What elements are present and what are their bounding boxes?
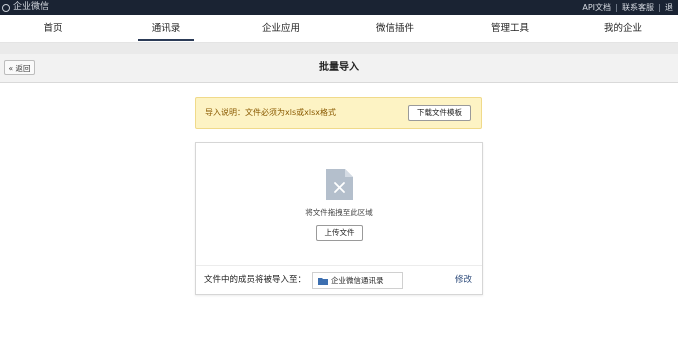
- nav-item-home[interactable]: 首页: [28, 15, 78, 42]
- import-destination-row: 文件中的成员将被导入至： 企业微信通讯录 修改: [196, 265, 482, 295]
- main-nav: 首页 通讯录 企业应用 微信插件 管理工具 我的企业: [0, 15, 678, 43]
- import-destination-field: 企业微信通讯录: [312, 272, 403, 289]
- import-destination-label: 文件中的成员将被导入至：: [204, 275, 307, 285]
- folder-icon: [318, 277, 328, 285]
- page-title: 批量导入: [319, 62, 359, 73]
- top-bar: 企业微信 API文档 联系客服 退: [0, 0, 678, 15]
- nav-item-wechat-plugin[interactable]: 微信插件: [364, 15, 426, 42]
- back-button[interactable]: « 返回: [4, 60, 35, 75]
- file-icon: [326, 169, 353, 200]
- logout-link[interactable]: 退: [660, 0, 678, 15]
- upload-file-button[interactable]: 上传文件: [316, 225, 363, 241]
- logo-icon: [2, 3, 10, 12]
- modify-destination-link[interactable]: 修改: [455, 266, 472, 295]
- download-template-button[interactable]: 下载文件模板: [408, 105, 471, 121]
- nav-spacer: [0, 43, 678, 54]
- nav-item-enterprise-apps[interactable]: 企业应用: [250, 15, 312, 42]
- file-drop-zone[interactable]: 将文件拖拽至此区域 上传文件: [196, 143, 482, 265]
- top-links: API文档 联系客服 退: [577, 0, 678, 15]
- api-docs-link[interactable]: API文档: [577, 0, 616, 15]
- page-header: 批量导入 « 返回: [0, 54, 678, 83]
- import-notice: 导入说明：文件必须为xls或xlsx格式 下载文件模板: [195, 97, 482, 129]
- drop-hint: 将文件拖拽至此区域: [305, 208, 373, 217]
- import-destination-value: 企业微信通讯录: [331, 276, 384, 285]
- contact-support-link[interactable]: 联系客服: [617, 0, 659, 15]
- app-name: 企业微信: [13, 2, 50, 12]
- nav-item-contacts[interactable]: 通讯录: [138, 15, 194, 42]
- nav-item-admin-tools[interactable]: 管理工具: [479, 15, 541, 42]
- notice-text: 导入说明：文件必须为xls或xlsx格式: [205, 108, 336, 117]
- app-logo[interactable]: 企业微信: [2, 1, 49, 14]
- nav-item-my-company[interactable]: 我的企业: [592, 15, 654, 42]
- upload-panel: 将文件拖拽至此区域 上传文件 文件中的成员将被导入至： 企业微信通讯录 修改: [195, 142, 483, 295]
